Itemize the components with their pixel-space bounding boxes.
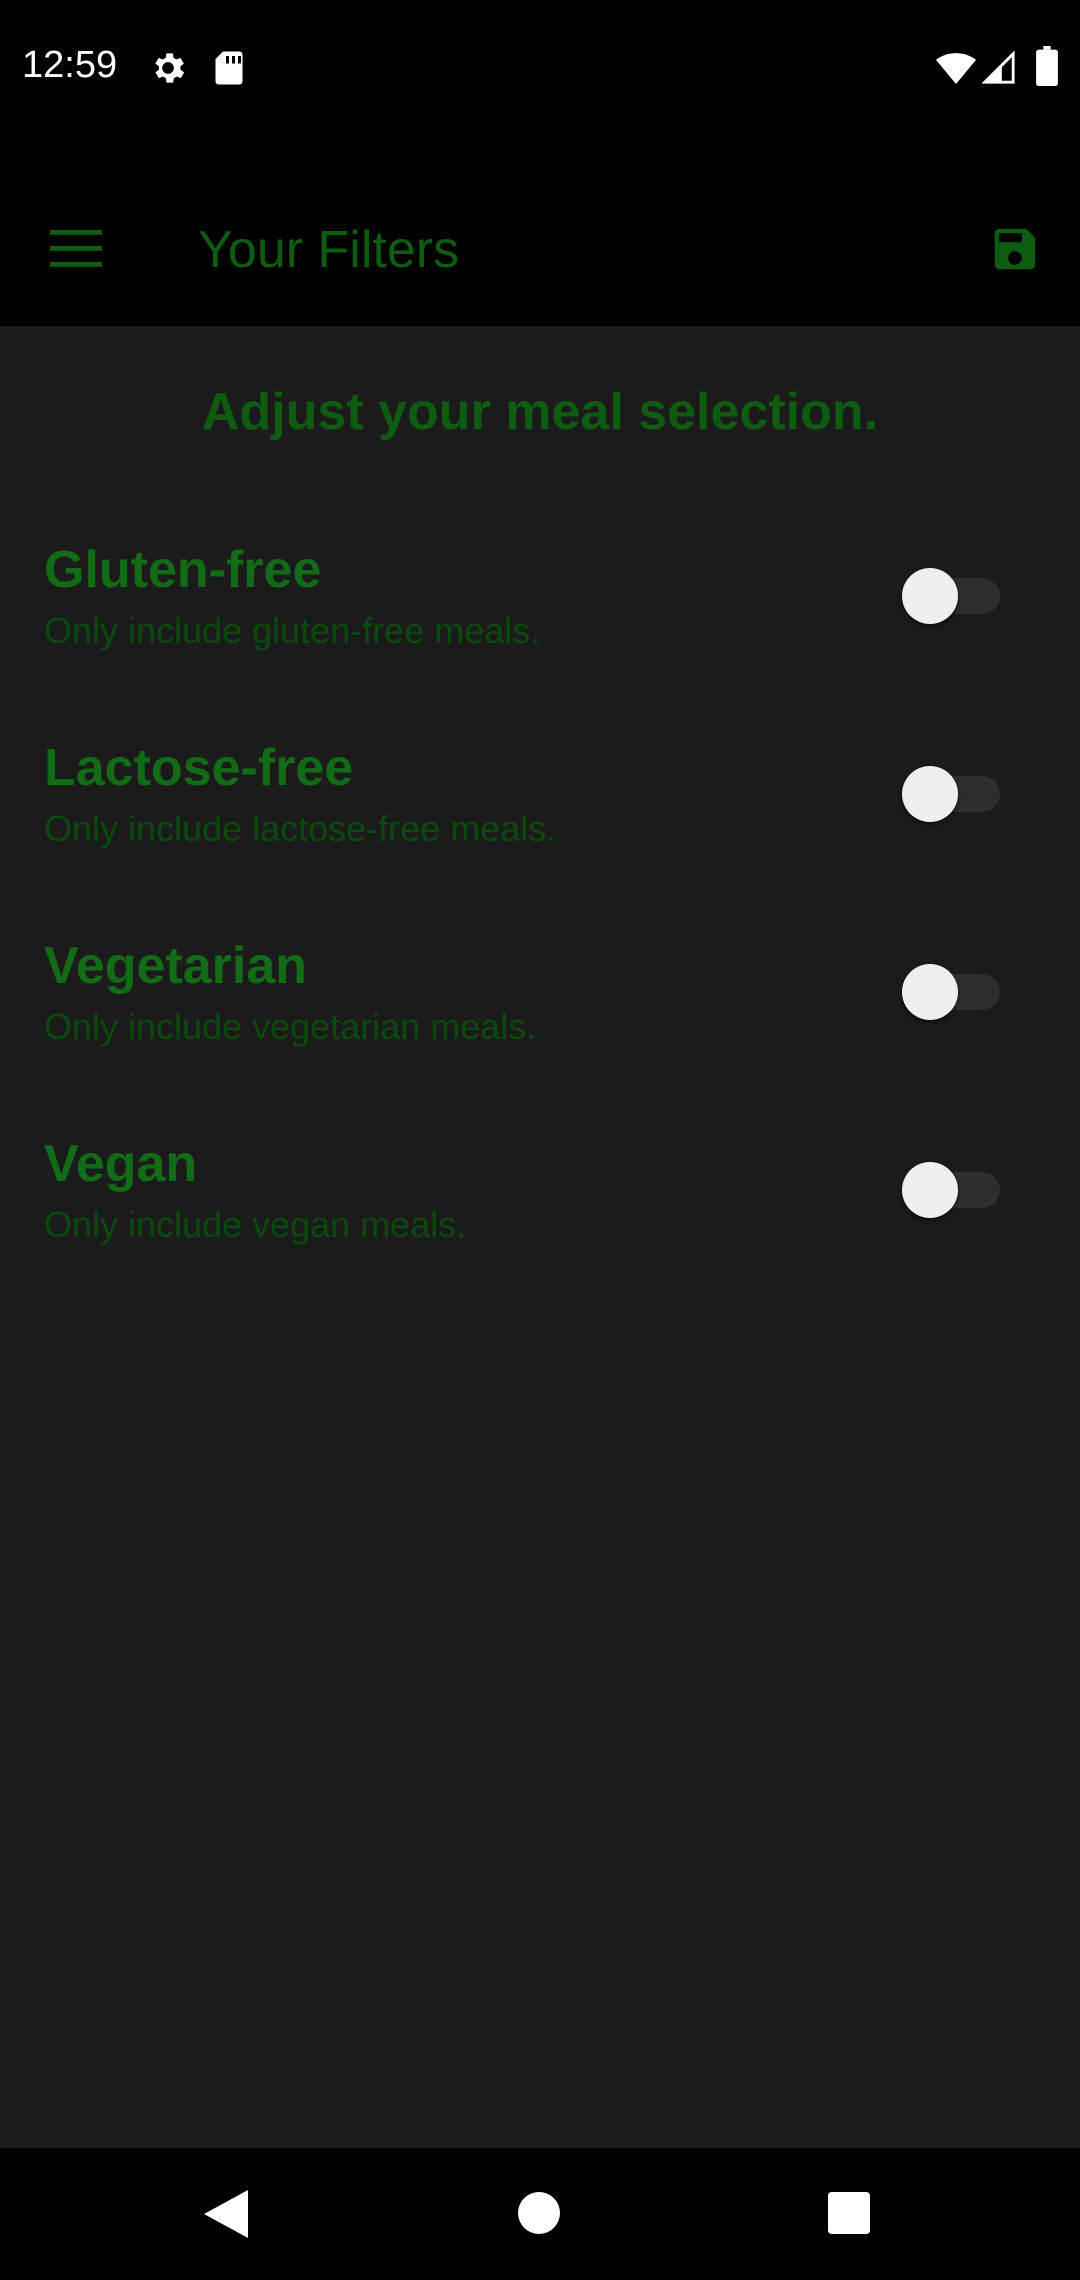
app-bar: Your Filters <box>0 136 1080 326</box>
filter-subtitle: Only include lactose-free meals. <box>44 808 557 849</box>
back-icon[interactable] <box>204 2190 248 2238</box>
filter-subtitle: Only include gluten-free meals. <box>44 610 541 651</box>
recents-icon[interactable] <box>828 2192 870 2234</box>
gear-icon <box>155 53 185 83</box>
battery-icon <box>1036 46 1058 86</box>
filter-title: Vegan <box>44 1135 198 1193</box>
filter-subtitle: Only include vegetarian meals. <box>44 1006 537 1047</box>
filter-subtitle: Only include vegan meals. <box>44 1204 467 1245</box>
vegan-switch[interactable] <box>900 1154 1000 1218</box>
filter-title: Lactose-free <box>44 739 354 797</box>
vegetarian-switch[interactable] <box>900 956 1000 1020</box>
filter-row-gluten-free[interactable]: Gluten-free Only include gluten-free mea… <box>0 540 1080 730</box>
switch-thumb <box>902 766 958 822</box>
gluten-free-switch[interactable] <box>900 560 1000 624</box>
switch-thumb <box>902 964 958 1020</box>
lactose-free-switch[interactable] <box>900 758 1000 822</box>
status-time: 12:59 <box>22 44 118 86</box>
signal-icon <box>982 50 1015 84</box>
filter-row-vegan[interactable]: Vegan Only include vegan meals. <box>0 1134 1080 1324</box>
filter-title: Gluten-free <box>44 541 322 599</box>
wifi-icon <box>936 53 976 84</box>
home-icon[interactable] <box>518 2192 560 2234</box>
navigation-bar <box>0 2148 1080 2280</box>
page-heading: Adjust your meal selection. <box>201 383 879 441</box>
filter-title: Vegetarian <box>44 937 308 995</box>
sd-card-icon <box>215 51 243 85</box>
save-icon[interactable] <box>988 222 1042 276</box>
filters-screen: Adjust your meal selection. Gluten-free … <box>0 326 1080 2148</box>
menu-icon[interactable] <box>50 228 102 268</box>
filter-row-vegetarian[interactable]: Vegetarian Only include vegetarian meals… <box>0 936 1080 1126</box>
filter-row-lactose-free[interactable]: Lactose-free Only include lactose-free m… <box>0 738 1080 928</box>
switch-thumb <box>902 568 958 624</box>
status-bar: 12:59 <box>0 0 1080 136</box>
page-title: Your Filters <box>198 221 460 279</box>
switch-thumb <box>902 1162 958 1218</box>
